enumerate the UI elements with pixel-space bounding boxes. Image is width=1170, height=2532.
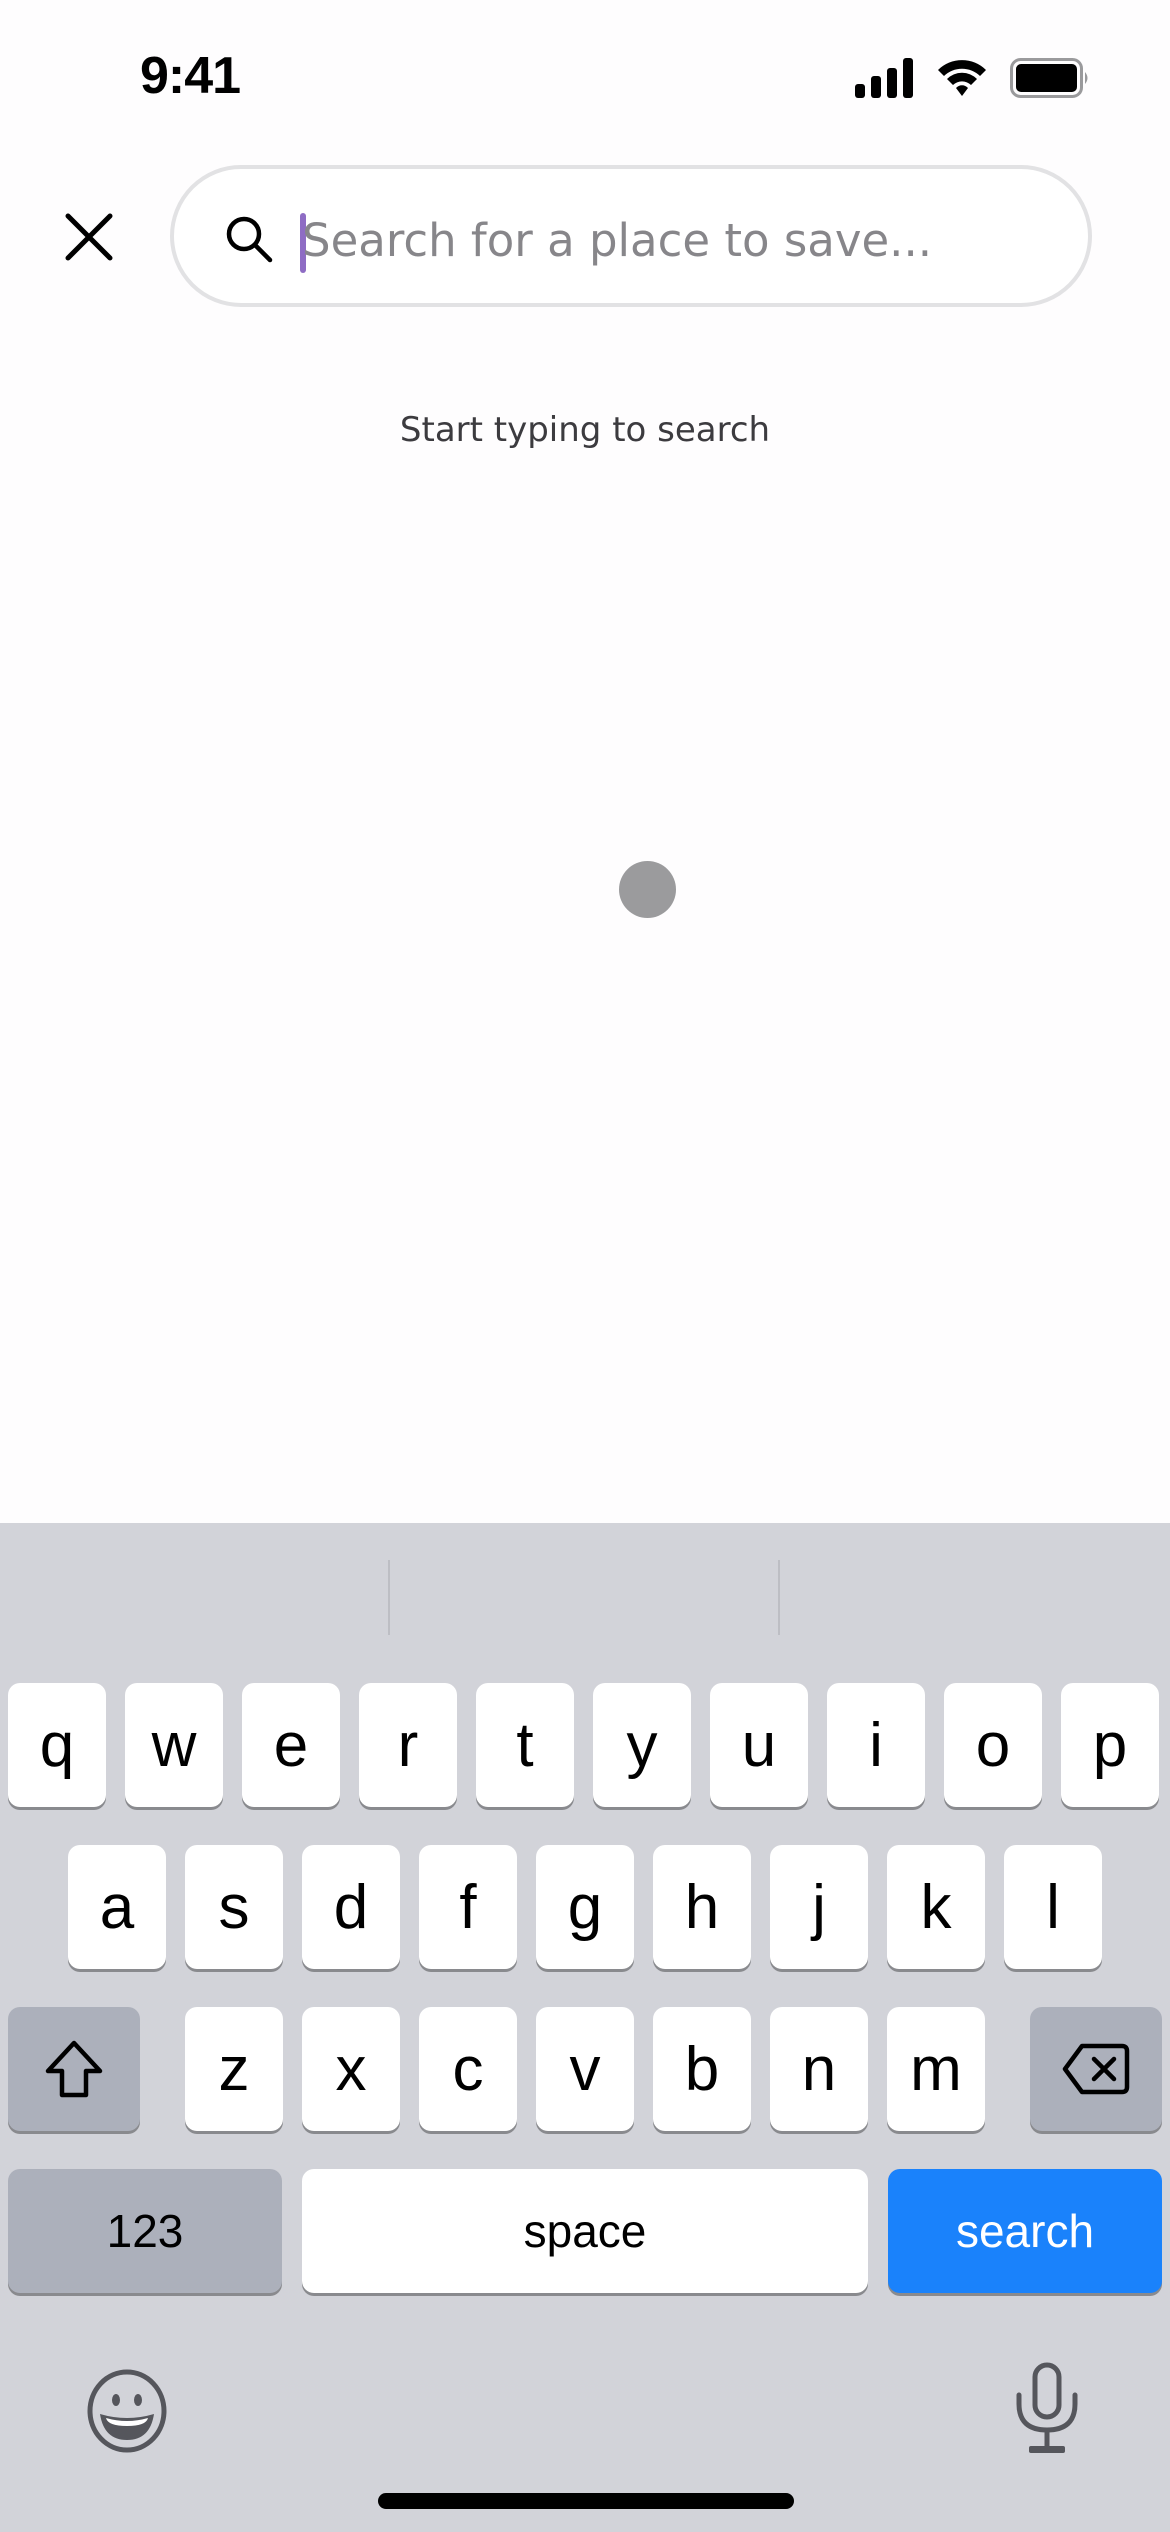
emoji-icon[interactable] — [82, 2366, 172, 2456]
shift-key[interactable] — [8, 2007, 140, 2131]
key-v[interactable]: v — [536, 2007, 634, 2131]
key-c[interactable]: c — [419, 2007, 517, 2131]
key-x[interactable]: x — [302, 2007, 400, 2131]
key-m[interactable]: m — [887, 2007, 985, 2131]
key-e[interactable]: e — [242, 1683, 340, 1807]
microphone-icon[interactable] — [1010, 2362, 1084, 2458]
touch-indicator — [619, 861, 676, 918]
close-icon — [65, 213, 113, 261]
key-y[interactable]: y — [593, 1683, 691, 1807]
cellular-signal-icon — [855, 58, 913, 98]
space-key[interactable]: space — [302, 2169, 868, 2293]
key-t[interactable]: t — [476, 1683, 574, 1807]
key-n[interactable]: n — [770, 2007, 868, 2131]
search-icon — [226, 216, 273, 263]
key-l[interactable]: l — [1004, 1845, 1102, 1969]
key-k[interactable]: k — [887, 1845, 985, 1969]
delete-key[interactable] — [1030, 2007, 1162, 2131]
key-w[interactable]: w — [125, 1683, 223, 1807]
shift-icon — [45, 2040, 103, 2098]
key-r[interactable]: r — [359, 1683, 457, 1807]
key-b[interactable]: b — [653, 2007, 751, 2131]
key-j[interactable]: j — [770, 1845, 868, 1969]
battery-icon — [1010, 58, 1088, 98]
key-a[interactable]: a — [68, 1845, 166, 1969]
search-input[interactable] — [302, 195, 1062, 285]
key-s[interactable]: s — [185, 1845, 283, 1969]
key-o[interactable]: o — [944, 1683, 1042, 1807]
search-bar[interactable] — [170, 165, 1092, 307]
close-button[interactable] — [56, 204, 122, 270]
suggestion-divider — [778, 1560, 780, 1635]
search-return-key[interactable]: search — [888, 2169, 1162, 2293]
status-time: 9:41 — [140, 47, 241, 105]
key-p[interactable]: p — [1061, 1683, 1159, 1807]
key-q[interactable]: q — [8, 1683, 106, 1807]
keyboard: qwertyuiop asdfghjkl zxcvbnm 123 space s… — [0, 1523, 1170, 2532]
key-h[interactable]: h — [653, 1845, 751, 1969]
key-u[interactable]: u — [710, 1683, 808, 1807]
empty-state-hint: Start typing to search — [399, 410, 771, 450]
key-f[interactable]: f — [419, 1845, 517, 1969]
home-indicator — [378, 2493, 794, 2509]
key-z[interactable]: z — [185, 2007, 283, 2131]
key-g[interactable]: g — [536, 1845, 634, 1969]
key-d[interactable]: d — [302, 1845, 400, 1969]
delete-backspace-icon — [1062, 2043, 1130, 2095]
wifi-icon — [938, 60, 986, 96]
key-i[interactable]: i — [827, 1683, 925, 1807]
numbers-key[interactable]: 123 — [8, 2169, 282, 2293]
suggestion-divider — [388, 1560, 390, 1635]
